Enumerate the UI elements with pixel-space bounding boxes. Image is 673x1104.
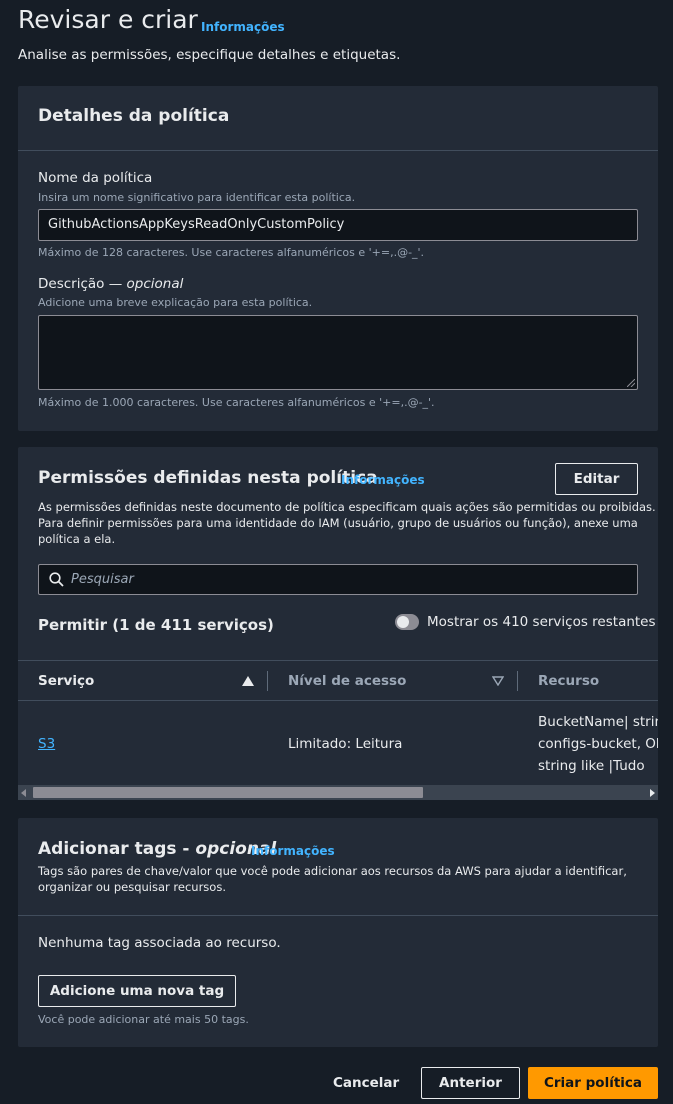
column-header-service[interactable]: Serviço — [38, 673, 94, 689]
description-textarea[interactable] — [38, 315, 638, 390]
page-title: Revisar e criar — [18, 5, 198, 34]
access-level-cell: Limitado: Leitura — [288, 736, 403, 752]
info-link[interactable]: Informações — [201, 20, 285, 34]
service-link-s3[interactable]: S3 — [38, 736, 55, 752]
permissions-description-line: política a ela. — [38, 532, 116, 546]
info-link[interactable]: Informações — [251, 844, 335, 858]
scroll-left-icon[interactable] — [20, 789, 28, 797]
column-header-resource[interactable]: Recurso — [538, 673, 599, 689]
policy-name-value: GithubActionsAppKeysReadOnlyCustomPolicy — [48, 217, 345, 232]
scroll-right-icon[interactable] — [648, 789, 656, 797]
allow-heading: Permitir (1 de 411 serviços) — [38, 616, 274, 634]
page-subtitle: Analise as permissões, especifique detal… — [18, 47, 401, 63]
show-remaining-toggle[interactable] — [395, 614, 419, 630]
create-policy-button[interactable]: Criar política — [528, 1067, 658, 1099]
cancel-button[interactable]: Cancelar — [333, 1075, 399, 1091]
policy-name-hint: Insira um nome significativo para identi… — [38, 191, 356, 204]
previous-button[interactable]: Anterior — [421, 1067, 520, 1099]
toggle-knob — [397, 616, 409, 628]
permissions-description-line: Para definir permissões para uma identid… — [38, 516, 638, 530]
policy-name-constraint: Máximo de 128 caracteres. Use caracteres… — [38, 246, 425, 259]
policy-name-label: Nome da política — [38, 170, 153, 186]
permissions-panel: Permissões definidas nesta política Info… — [18, 447, 658, 800]
resource-line: configs-bucket, Ob — [538, 736, 658, 752]
description-optional: opcional — [126, 276, 184, 292]
sort-descending-icon[interactable] — [492, 676, 504, 686]
table-row: S3 Limitado: Leitura BucketName| string … — [18, 701, 658, 785]
tags-limit-text: Você pode adicionar até mais 50 tags. — [38, 1013, 249, 1026]
horizontal-scrollbar[interactable] — [18, 785, 658, 800]
edit-button[interactable]: Editar — [555, 463, 638, 495]
description-constraint: Máximo de 1.000 caracteres. Use caracter… — [38, 396, 435, 409]
tags-description-line: organizar ou pesquisar recursos. — [38, 880, 226, 894]
scrollbar-thumb[interactable] — [33, 787, 423, 798]
description-label: Descrição — opcional — [38, 276, 183, 292]
search-icon — [49, 572, 64, 587]
description-label-text: Descrição — — [38, 276, 127, 292]
panel-divider — [18, 915, 658, 916]
table-top-border — [18, 660, 658, 661]
sort-ascending-icon[interactable] — [242, 676, 254, 686]
column-separator — [267, 671, 268, 691]
policy-details-title: Detalhes da política — [38, 106, 230, 126]
tags-title: Adicionar tags - opcional — [38, 839, 276, 859]
permissions-title: Permissões definidas nesta política — [38, 468, 378, 488]
info-link[interactable]: Informações — [341, 473, 425, 487]
policy-name-input[interactable]: GithubActionsAppKeysReadOnlyCustomPolicy — [38, 209, 638, 241]
search-input[interactable]: Pesquisar — [38, 564, 638, 595]
tags-panel: Adicionar tags - opcional Informações Ta… — [18, 818, 658, 1047]
column-separator — [517, 671, 518, 691]
resource-cell: BucketName| string configs-bucket, Ob st… — [538, 711, 658, 777]
resource-line: string like |Tudo — [538, 758, 645, 774]
permissions-description-line: As permissões definidas neste documento … — [38, 500, 656, 514]
show-remaining-label[interactable]: Mostrar os 410 serviços restantes — [427, 614, 656, 630]
add-tag-button[interactable]: Adicione uma nova tag — [38, 975, 236, 1007]
column-header-access-level[interactable]: Nível de acesso — [288, 673, 406, 689]
tags-title-text: Adicionar tags - — [38, 839, 196, 859]
no-tags-text: Nenhuma tag associada ao recurso. — [38, 935, 281, 951]
search-placeholder: Pesquisar — [71, 572, 134, 587]
resource-line: BucketName| string — [538, 714, 658, 730]
resize-handle-icon[interactable] — [627, 379, 635, 387]
policy-details-panel: Detalhes da política Nome da política In… — [18, 86, 658, 431]
panel-divider — [18, 150, 658, 151]
tags-description-line: Tags são pares de chave/valor que você p… — [38, 864, 627, 878]
description-hint: Adicione uma breve explicação para esta … — [38, 296, 313, 309]
